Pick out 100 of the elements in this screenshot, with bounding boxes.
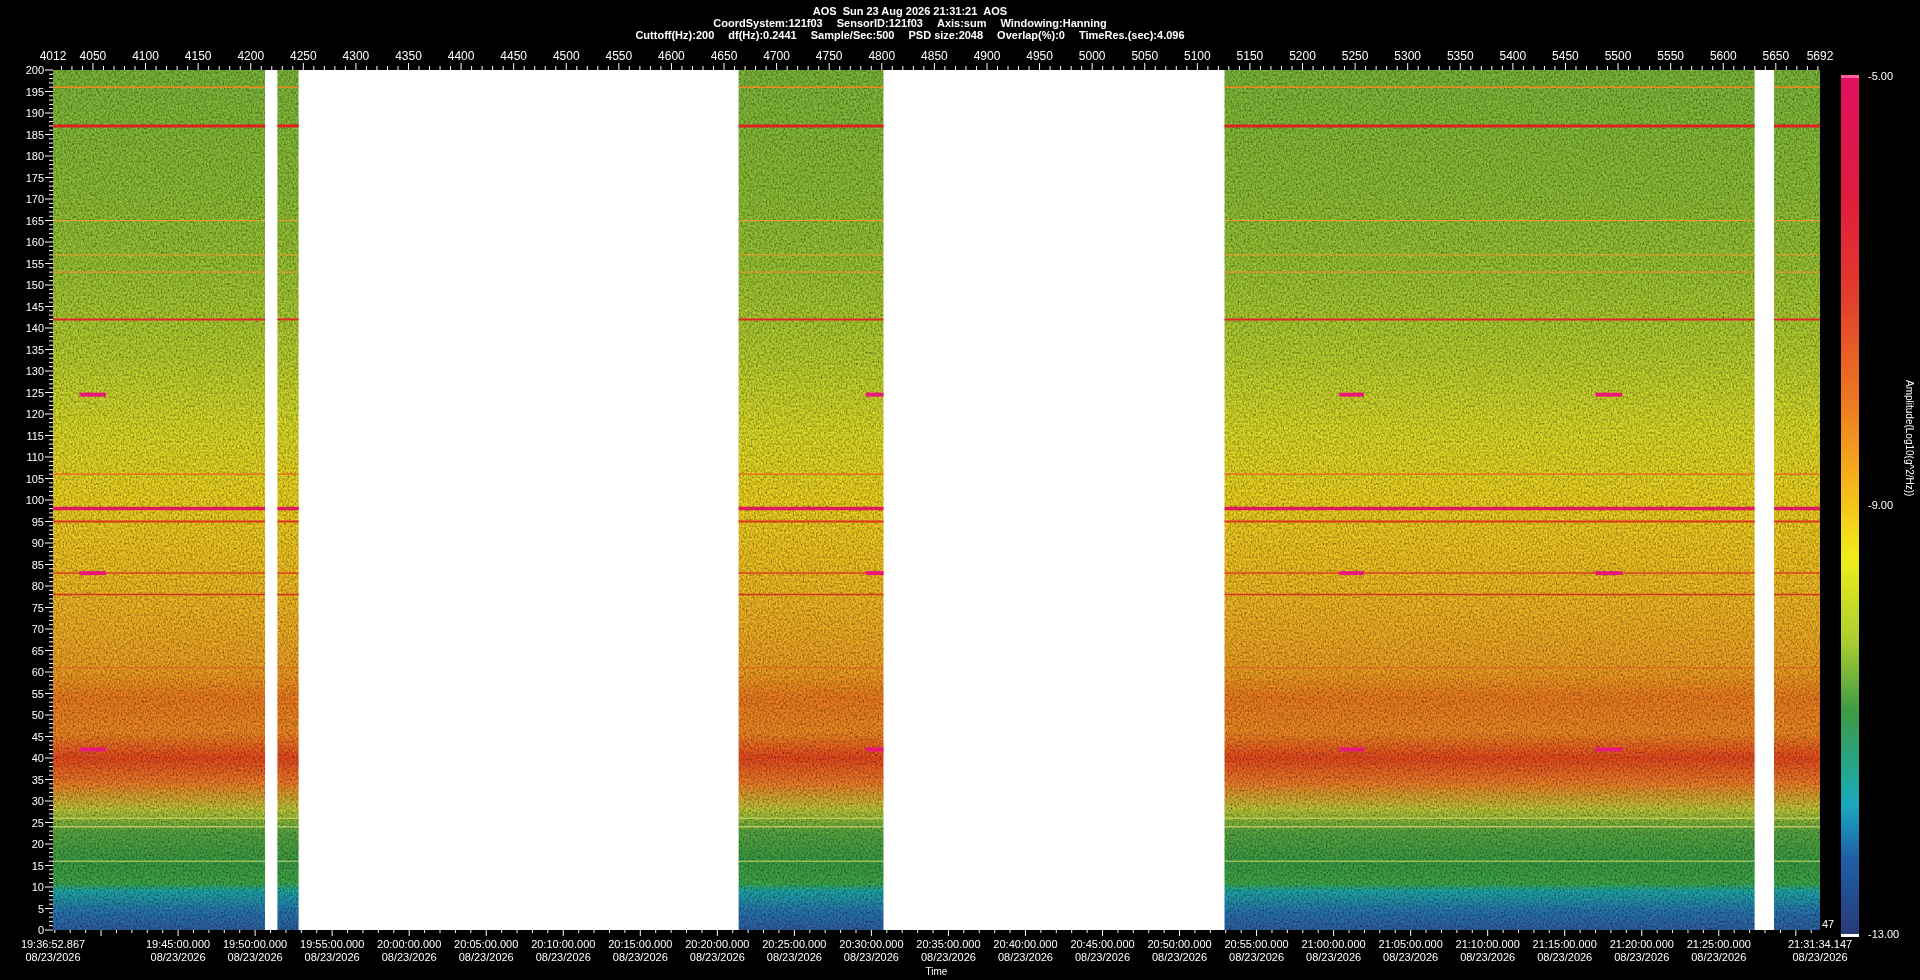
axis-tick-label: 75 xyxy=(31,601,44,614)
axis-tick-label: 100 xyxy=(25,494,44,506)
time-tick-label: 20:15:00.000 xyxy=(608,938,673,951)
time-tick-label: 21:05:00.000 xyxy=(1378,938,1443,951)
axis-tick-label: 4150 xyxy=(184,50,212,63)
axis-tick-label: 5 xyxy=(37,902,44,915)
axis-tick-label: 45 xyxy=(31,730,44,743)
axis-tick-label: 150 xyxy=(25,279,44,291)
axis-title: Time xyxy=(925,966,948,977)
axis-tick-label: 10 xyxy=(31,881,44,893)
axis-tick-label: 35 xyxy=(31,773,44,786)
date-tick-label: 08/23/2026 xyxy=(1614,951,1670,964)
axis-tick-label: 5650 xyxy=(1762,50,1790,63)
header-parameter: Sample/Sec:500 xyxy=(810,29,895,41)
axis-tick-label: 125 xyxy=(25,386,44,399)
axis-tick-label: 55 xyxy=(31,687,44,700)
axis-tick-label: 5000 xyxy=(1078,50,1106,63)
time-tick-label: 20:55:00.000 xyxy=(1224,938,1289,951)
axis-tick-label: 5300 xyxy=(1394,50,1422,63)
axis-tick-label: 195 xyxy=(25,85,44,98)
axis-tick-label: 4100 xyxy=(132,50,159,63)
date-tick-label: 08/23/2026 xyxy=(689,951,745,964)
header-parameter: df(Hz):0.2441 xyxy=(728,29,797,41)
axis-tick-label: 200 xyxy=(25,64,44,76)
axis-tick-label: 170 xyxy=(25,193,44,205)
axis-tick-label: 4550 xyxy=(605,50,633,63)
date-tick-label: 08/23/2026 xyxy=(1229,951,1285,964)
axis-tick-label: 5500 xyxy=(1604,50,1632,63)
axis-tick-label: 4850 xyxy=(921,50,948,63)
axis-tick-label: 5050 xyxy=(1131,50,1159,63)
axis-tick-label: 175 xyxy=(25,171,44,184)
header-parameter: CoordSystem:121f03 xyxy=(713,17,823,29)
axis-tick-label: 115 xyxy=(26,429,44,442)
corner-label: 47 xyxy=(1822,918,1835,930)
date-tick-label: 08/23/2026 xyxy=(1383,951,1439,964)
axis-tick-label: 70 xyxy=(31,623,44,635)
date-tick-label: 08/23/2026 xyxy=(1792,951,1848,964)
axis-tick-label: 5400 xyxy=(1499,50,1527,63)
date-tick-label: 08/23/2026 xyxy=(304,951,360,964)
axis-tick-label: 4750 xyxy=(815,50,843,63)
axis-tick-label: 5692 xyxy=(1806,50,1834,63)
axis-tick-label: 4012 xyxy=(39,50,67,63)
axis-tick-label: 135 xyxy=(25,343,44,356)
header-parameter: SensorID:121f03 xyxy=(836,17,923,29)
time-tick-label: 20:45:00.000 xyxy=(1070,938,1135,951)
date-tick-label: 08/23/2026 xyxy=(25,951,81,964)
header-parameter: TimeRes.(sec):4.096 xyxy=(1078,29,1185,41)
axis-tick-label: 120 xyxy=(25,408,44,420)
axis-tick-label: 85 xyxy=(31,558,44,571)
date-tick-label: 08/23/2026 xyxy=(535,951,591,964)
axis-tick-label: 40 xyxy=(31,752,44,764)
axis-tick-label: 20 xyxy=(31,838,44,850)
axis-tick-label: 185 xyxy=(25,128,44,141)
colorbar-label: -13.00 xyxy=(1868,928,1900,940)
date-tick-label: 08/23/2026 xyxy=(1152,951,1208,964)
axis-tick-label: 4950 xyxy=(1026,50,1053,63)
time-tick-label: 20:05:00.000 xyxy=(454,938,519,951)
axis-tick-label: 4800 xyxy=(868,50,896,63)
axis-tick-label: 4650 xyxy=(710,50,738,63)
axis-tick-label: 4450 xyxy=(500,50,527,63)
axis-tick-label: 145 xyxy=(25,300,44,313)
axis-tick-label: 5550 xyxy=(1657,50,1684,63)
axis-tick-label: 15 xyxy=(31,859,44,872)
axis-tick-label: 80 xyxy=(31,580,44,592)
axis-tick-label: 110 xyxy=(26,451,44,463)
axis-tick-label: 4300 xyxy=(342,50,370,63)
axis-tick-label: 90 xyxy=(31,537,44,549)
axis-tick-label: 5150 xyxy=(1236,50,1264,63)
axis-tick-label: 4350 xyxy=(395,50,422,63)
axis-tick-label: 180 xyxy=(25,150,44,162)
date-tick-label: 08/23/2026 xyxy=(1460,951,1516,964)
axis-tick-label: 5100 xyxy=(1184,50,1211,63)
axis-tick-label: 190 xyxy=(25,107,44,119)
time-tick-label: 21:31:34.147 xyxy=(1787,938,1853,951)
time-tick-label: 20:50:00.000 xyxy=(1147,938,1212,951)
date-tick-label: 08/23/2026 xyxy=(1691,951,1747,964)
axis-tick-label: 165 xyxy=(25,214,44,227)
date-tick-label: 08/23/2026 xyxy=(458,951,514,964)
date-tick-label: 08/23/2026 xyxy=(227,951,283,964)
date-tick-label: 08/23/2026 xyxy=(766,951,822,964)
time-tick-label: 21:25:00.000 xyxy=(1686,938,1751,951)
axis-tick-label: 5200 xyxy=(1289,50,1316,63)
header-parameter: Cuttoff(Hz):200 xyxy=(635,29,715,41)
time-tick-label: 21:20:00.000 xyxy=(1609,938,1674,951)
time-tick-label: 19:55:00.000 xyxy=(300,938,365,951)
date-tick-label: 08/23/2026 xyxy=(1074,951,1130,964)
axis-tick-label: 4700 xyxy=(763,50,790,63)
date-tick-label: 08/23/2026 xyxy=(381,951,437,964)
axis-tick-label: 25 xyxy=(31,816,44,829)
time-tick-label: 20:35:00.000 xyxy=(916,938,981,951)
time-tick-label: 19:50:00.000 xyxy=(223,938,288,951)
date-tick-label: 08/23/2026 xyxy=(920,951,976,964)
header-title: Sun 23 Aug 2026 21:31:21 xyxy=(842,5,978,17)
axis-tick-label: 4250 xyxy=(289,50,317,63)
axis-tick-label: 4400 xyxy=(447,50,475,63)
time-tick-label: 20:40:00.000 xyxy=(993,938,1058,951)
date-tick-label: 08/23/2026 xyxy=(150,951,206,964)
axis-tick-label: 4500 xyxy=(552,50,580,63)
date-tick-label: 08/23/2026 xyxy=(1537,951,1593,964)
time-tick-label: 20:30:00.000 xyxy=(839,938,904,951)
